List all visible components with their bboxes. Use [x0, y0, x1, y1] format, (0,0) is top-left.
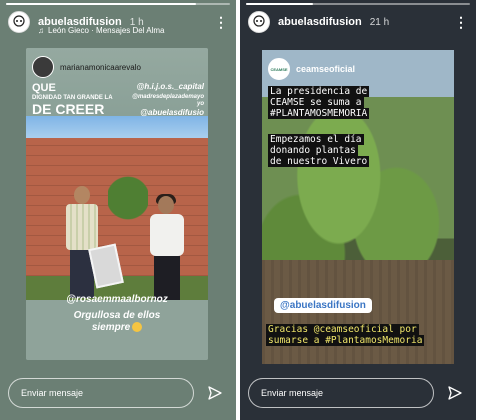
caption-line-2: siempre — [91, 322, 131, 333]
reshare-tag[interactable]: marianamonicaarevalo — [32, 56, 141, 78]
photo-person-man — [62, 186, 100, 306]
avatar[interactable] — [8, 11, 30, 33]
story-caption: Orgullosa de ellos siempre — [26, 310, 208, 334]
text-line: Empezamos el día — [268, 134, 364, 145]
text-block-1: La presidencia de CEAMSE se suma a #PLAN… — [268, 86, 418, 119]
text-block-3: Gracias @ceamseoficial por sumarse a #Pl… — [266, 324, 450, 346]
story-viewer: abuelasdifusion 1 h ⋮ ♫ León Gieco · Men… — [0, 0, 480, 420]
caption-line-1: Orgullosa de ellos — [73, 310, 161, 321]
reply-input[interactable]: Enviar mensaje — [8, 378, 194, 408]
photo-person-woman — [144, 194, 190, 306]
story-progress-fill — [246, 3, 314, 5]
text-line: #PLANTAMOSMEMORIA — [268, 108, 370, 119]
reshare-username: ceamseoficial — [296, 64, 356, 74]
story-panel-1[interactable]: abuelasdifusion 1 h ⋮ ♫ León Gieco · Men… — [0, 0, 236, 420]
music-sticker[interactable]: ♫ León Gieco · Mensajes Del Alma — [38, 26, 165, 35]
mention-yo: yo — [196, 101, 204, 107]
text-line: donando plantas — [268, 145, 358, 156]
story-content: marianamonicaarevalo QUE DIGNIDAD TAN GR… — [26, 48, 208, 360]
music-label: León Gieco · Mensajes Del Alma — [48, 26, 165, 35]
music-note-icon: ♫ — [38, 26, 44, 35]
headline-line-3: DE CREER — [32, 101, 105, 117]
mention-hijos[interactable]: @h.i.j.o.s._capital — [137, 82, 204, 91]
reply-bar: Enviar mensaje — [8, 376, 228, 410]
skull-logo-icon — [13, 15, 25, 27]
story-content: CEAMSE ceamseoficial La presidencia de C… — [262, 50, 454, 364]
mention-madres[interactable]: @madresdeplazademayo — [132, 94, 204, 100]
mention-abuelas[interactable]: @abuelasdifusion — [274, 298, 372, 313]
send-icon[interactable] — [202, 380, 228, 406]
reply-bar: Enviar mensaje — [248, 376, 468, 410]
mention-rosa[interactable]: @rosaemmaalbornoz — [26, 294, 208, 305]
avatar[interactable] — [248, 11, 270, 33]
more-vert-icon[interactable]: ⋮ — [214, 15, 228, 29]
story-username[interactable]: abuelasdifusion — [278, 16, 362, 28]
ceamse-logo-icon: CEAMSE — [268, 58, 290, 80]
story-header: abuelasdifusion 21 h ⋮ — [248, 10, 468, 34]
more-vert-icon[interactable]: ⋮ — [454, 15, 468, 29]
smile-emoji-icon — [132, 322, 143, 333]
text-line: de nuestro Vivero — [268, 156, 370, 167]
reshare-tag[interactable]: CEAMSE ceamseoficial — [268, 58, 355, 80]
story-progress-bar — [246, 3, 470, 5]
reply-placeholder: Enviar mensaje — [261, 388, 324, 398]
story-progress-fill — [6, 3, 197, 5]
text-line: CEAMSE se suma a — [268, 97, 364, 108]
headline-line-1: QUE — [32, 82, 56, 94]
text-line: sumarse a #PlantamosMemoria — [266, 335, 425, 346]
story-progress-bar — [6, 3, 230, 5]
reply-placeholder: Enviar mensaje — [21, 388, 84, 398]
photo-tree — [108, 166, 148, 246]
story-time: 21 h — [369, 16, 390, 28]
story-headline: QUE DIGNIDAD TAN GRANDE LA DE CREER — [32, 82, 113, 117]
text-block-2: Empezamos el día donando plantas de nues… — [268, 134, 418, 167]
send-icon[interactable] — [442, 380, 468, 406]
mention-abuelas[interactable]: @abuelasdifusio — [140, 108, 204, 117]
text-line: Gracias @ceamseoficial por — [266, 324, 419, 335]
text-line: La presidencia de — [268, 86, 370, 97]
reshare-username: marianamonicaarevalo — [60, 62, 141, 72]
skull-logo-icon — [253, 15, 265, 27]
story-panel-2[interactable]: abuelasdifusion 21 h ⋮ CEAMSE ceamseofic… — [240, 0, 476, 420]
reshare-avatar — [32, 56, 54, 78]
reply-input[interactable]: Enviar mensaje — [248, 378, 434, 408]
